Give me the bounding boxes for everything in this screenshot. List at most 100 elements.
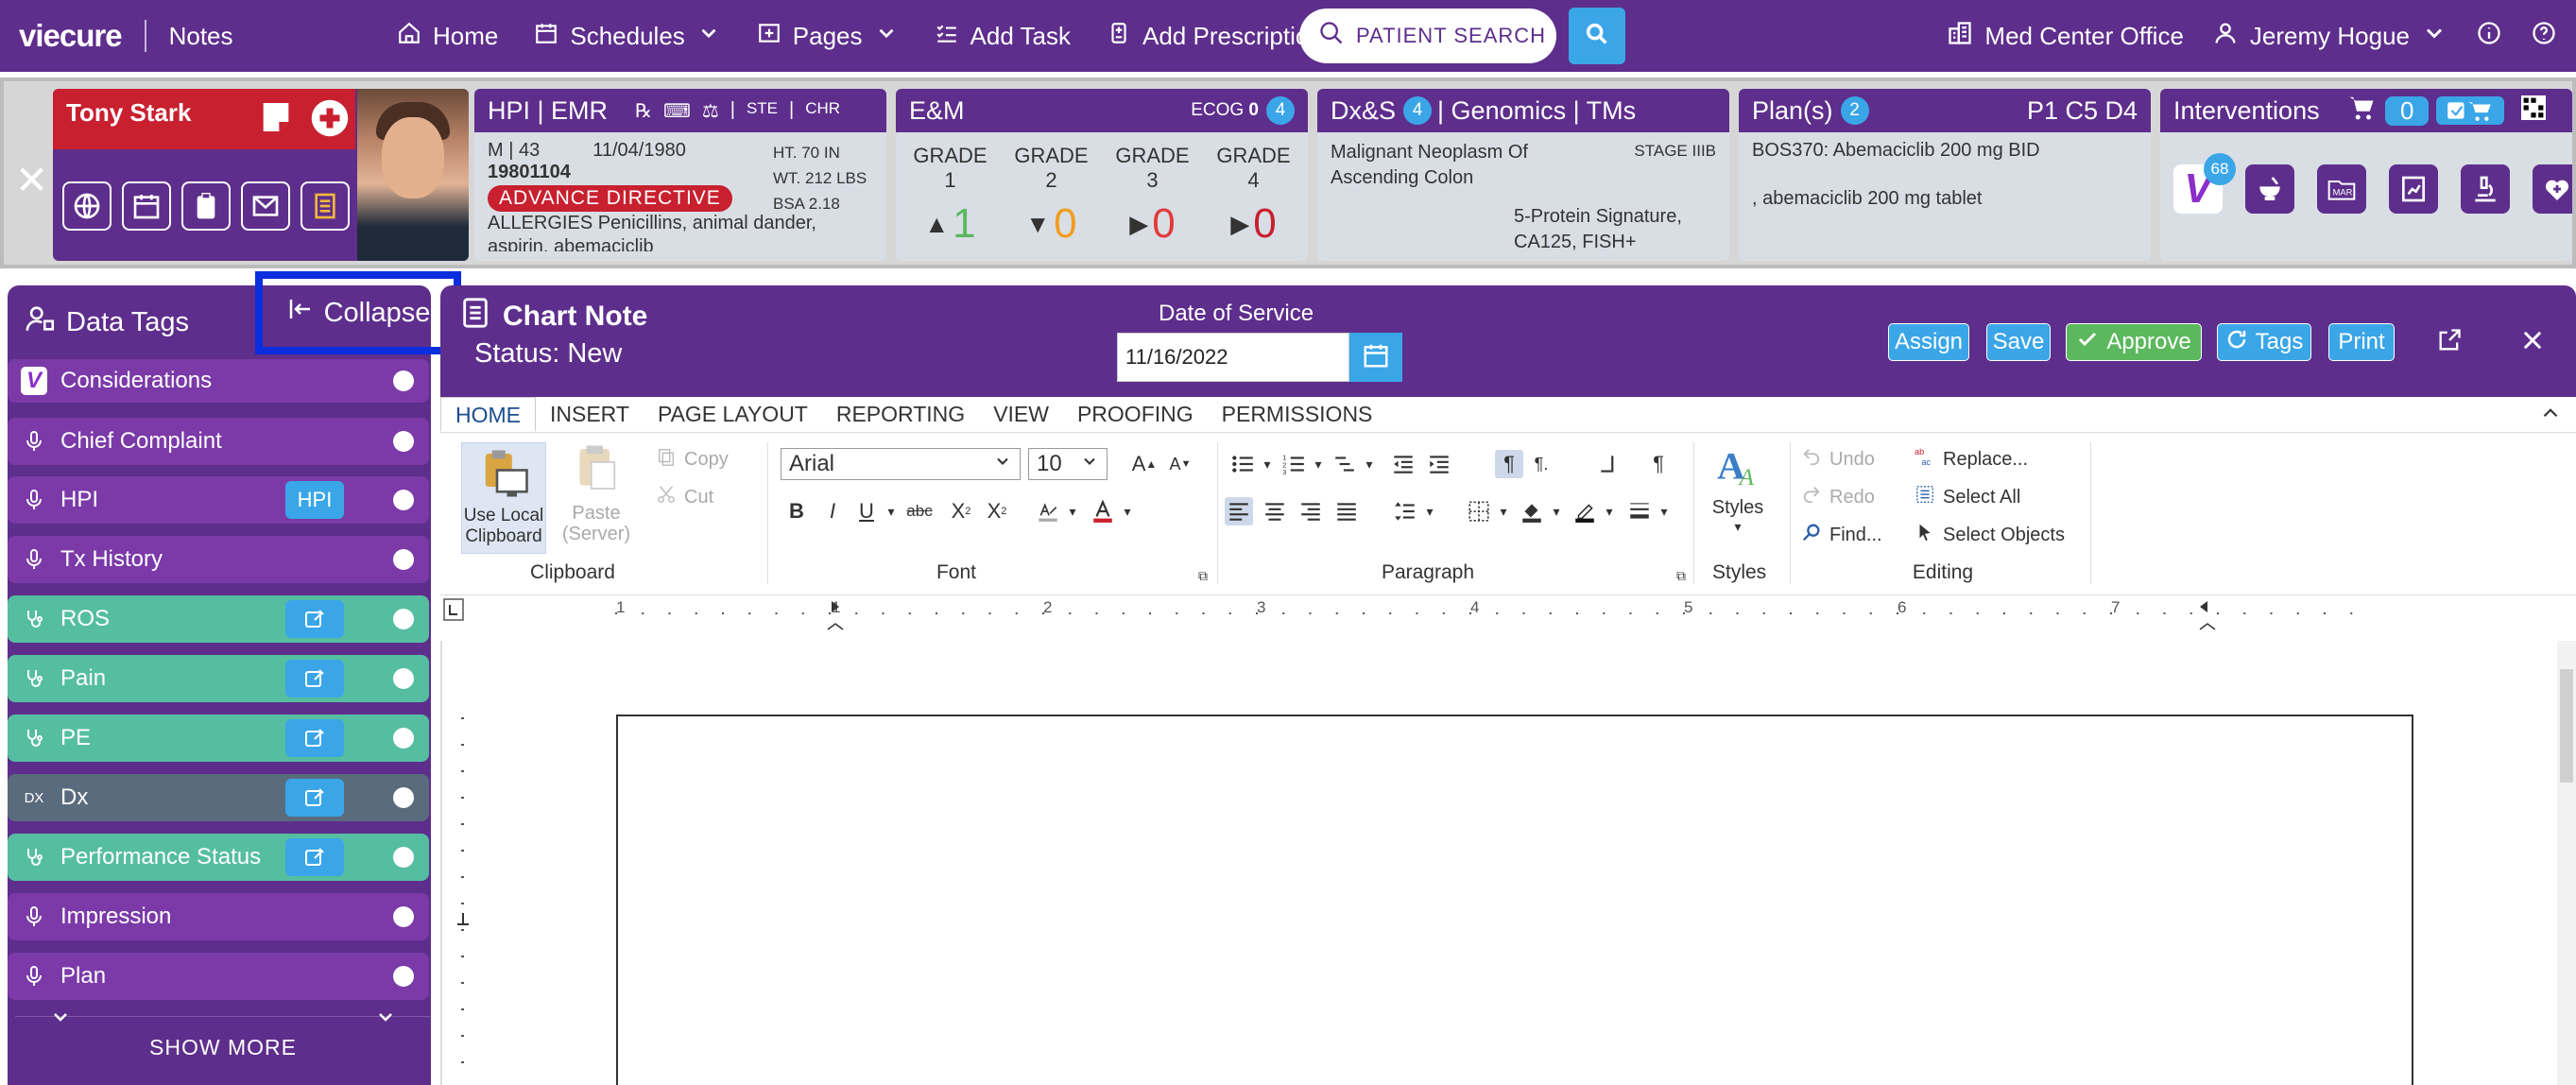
paragraph-rtl-icon[interactable]: ¶. [1527,450,1555,478]
nav-home[interactable]: Home [397,21,498,52]
hpi-button[interactable]: HPI [285,481,344,519]
chevron-up-icon[interactable] [2538,401,2563,431]
save-button[interactable]: Save [1986,323,2051,361]
patient-search-input[interactable]: PATIENT SEARCH [1299,9,1556,63]
tag-chief-complaint[interactable]: Chief Complaint [8,418,429,465]
edit-button[interactable] [285,779,344,817]
cart-icon[interactable] [2345,94,2378,129]
chevron-down-icon[interactable]: ▾ [1253,450,1281,478]
scale-icon[interactable]: ⚖ [702,99,719,123]
grow-font-icon[interactable]: A ▲ [1130,450,1159,478]
toggle-dot[interactable] [393,490,414,510]
nav-pages[interactable]: Pages [757,21,899,52]
chevron-down-icon[interactable]: ▾ [1416,497,1444,525]
hpi-emr-card[interactable]: HPI | EMR ℞ ⌨ ⚖ | STE | CHR M | 43 11/04… [474,89,886,261]
align-right-icon[interactable] [1297,497,1325,525]
toggle-dot[interactable] [393,906,414,927]
close-icon[interactable] [2519,327,2546,358]
tab-home[interactable]: HOME [440,397,536,432]
print-button[interactable]: Print [2328,323,2395,361]
tag-pe[interactable]: PE [8,715,429,762]
paragraph-ltr-icon[interactable]: ¶ [1495,450,1523,478]
em-card[interactable]: E&M ECOG 0 4 GRADE 1 ▲ 1 GRADE 2 ▼ 0 GRADE… [896,89,1308,261]
v-care-icon[interactable]: V 68 [2173,153,2236,214]
tab-view[interactable]: VIEW [979,397,1063,432]
font-family-select[interactable]: Arial [781,448,1021,480]
microscope-icon[interactable] [2461,164,2510,214]
tab-reporting[interactable]: REPORTING [822,397,979,432]
toggle-dot[interactable] [393,668,414,689]
chevron-down-icon[interactable]: ▾ [1304,450,1332,478]
rx-icon[interactable]: ℞ [635,99,652,123]
mortar-pestle-icon[interactable] [2245,164,2294,214]
plans-card[interactable]: Plan(s) 2 P1 C5 D4 BOS370: Abemaciclib 2… [1739,89,2151,261]
patient-name[interactable]: Tony Stark [66,98,191,127]
nav-add-task[interactable]: Add Task [935,21,1071,52]
chevron-down-icon[interactable]: ▾ [877,497,905,525]
toggle-dot[interactable] [393,370,414,391]
viecure-logo[interactable]: viecure [19,18,123,54]
bold-icon[interactable]: B [782,497,811,525]
toggle-dot[interactable] [393,549,414,570]
globe-icon[interactable] [62,181,112,231]
mar-folder-icon[interactable]: MAR [2317,164,2366,214]
edit-button[interactable] [285,719,344,757]
info-button[interactable] [2476,20,2502,53]
show-more-button[interactable]: SHOW MORE [15,1013,431,1078]
replace-button[interactable]: ab ac Replace... [1915,446,2028,473]
tag-impression[interactable]: Impression [8,893,429,940]
italic-icon[interactable]: I [818,497,847,525]
assign-button[interactable]: Assign [1888,323,1969,361]
dialog-launcher-icon[interactable]: ⧉ [1667,561,1695,590]
toggle-dot[interactable] [393,728,414,749]
dx-genomics-card[interactable]: Dx&S 4 | Genomics | TMs Malignant Neopla… [1317,89,1729,261]
select-all-button[interactable]: Select All [1915,484,2020,510]
toggle-dot[interactable] [393,609,414,629]
use-local-clipboard-button[interactable]: Use Local Clipboard [461,442,546,554]
tag-tx-history[interactable]: Tx History [8,536,429,583]
copy-button[interactable]: Copy [656,446,729,473]
tags-button[interactable]: Tags [2217,323,2311,361]
select-objects-button[interactable]: Select Objects [1915,522,2065,548]
edit-button[interactable] [285,600,344,638]
chevron-down-icon[interactable]: ▾ [1542,497,1571,525]
sort-icon[interactable] [1595,450,1623,478]
edit-button[interactable] [285,660,344,698]
chevron-down-icon[interactable]: ▾ [1489,497,1518,525]
increase-indent-icon[interactable] [1425,450,1453,478]
approve-button[interactable]: Approve [2066,323,2202,361]
show-formatting-icon[interactable]: ¶ [1644,450,1673,478]
keyboard-icon[interactable]: ⌨ [663,99,691,123]
tab-proofing[interactable]: PROOFING [1063,397,1208,432]
document-editor[interactable] [440,641,2576,1085]
tag-pain[interactable]: Pain [8,655,429,702]
chevron-down-icon[interactable]: ▾ [1650,497,1678,525]
chr-tag[interactable]: CHR [805,99,840,123]
tag-hpi[interactable]: HPI HPI [8,476,429,524]
font-size-select[interactable]: 10 [1028,448,1108,480]
align-left-icon[interactable] [1225,497,1253,525]
ste-tag[interactable]: STE [747,99,778,123]
superscript-icon[interactable]: X2 [983,497,1011,525]
tab-permissions[interactable]: PERMISSIONS [1208,397,1387,432]
tab-page-layout[interactable]: PAGE LAYOUT [644,397,822,432]
dialog-launcher-icon[interactable]: ⧉ [1189,561,1217,590]
document-page[interactable] [616,715,2413,1085]
heart-plus-icon[interactable] [2533,164,2572,214]
nav-schedules[interactable]: Schedules [534,21,720,52]
cart-count[interactable]: 0 [2385,95,2430,126]
nav-add-prescription[interactable]: Add Prescription [1107,21,1323,52]
cart-checked-icon[interactable] [2436,96,2505,125]
scrollbar-thumb[interactable] [2560,669,2573,783]
advance-directive-badge[interactable]: ADVANCE DIRECTIVE [488,185,732,212]
date-picker-button[interactable] [1349,333,1402,382]
tag-performance-status[interactable]: Performance Status [8,834,429,881]
collapse-button[interactable]: Collapse [255,271,461,354]
open-external-icon[interactable] [2436,327,2463,358]
medical-shield-icon[interactable] [310,98,350,143]
edit-button[interactable] [285,838,344,876]
chevron-down-icon[interactable]: ▾ [1355,450,1383,478]
chevron-down-icon[interactable]: ▾ [1058,497,1087,525]
tag-considerations[interactable]: V Considerations [8,359,429,403]
office-selector[interactable]: Med Center Office [1947,20,2184,53]
